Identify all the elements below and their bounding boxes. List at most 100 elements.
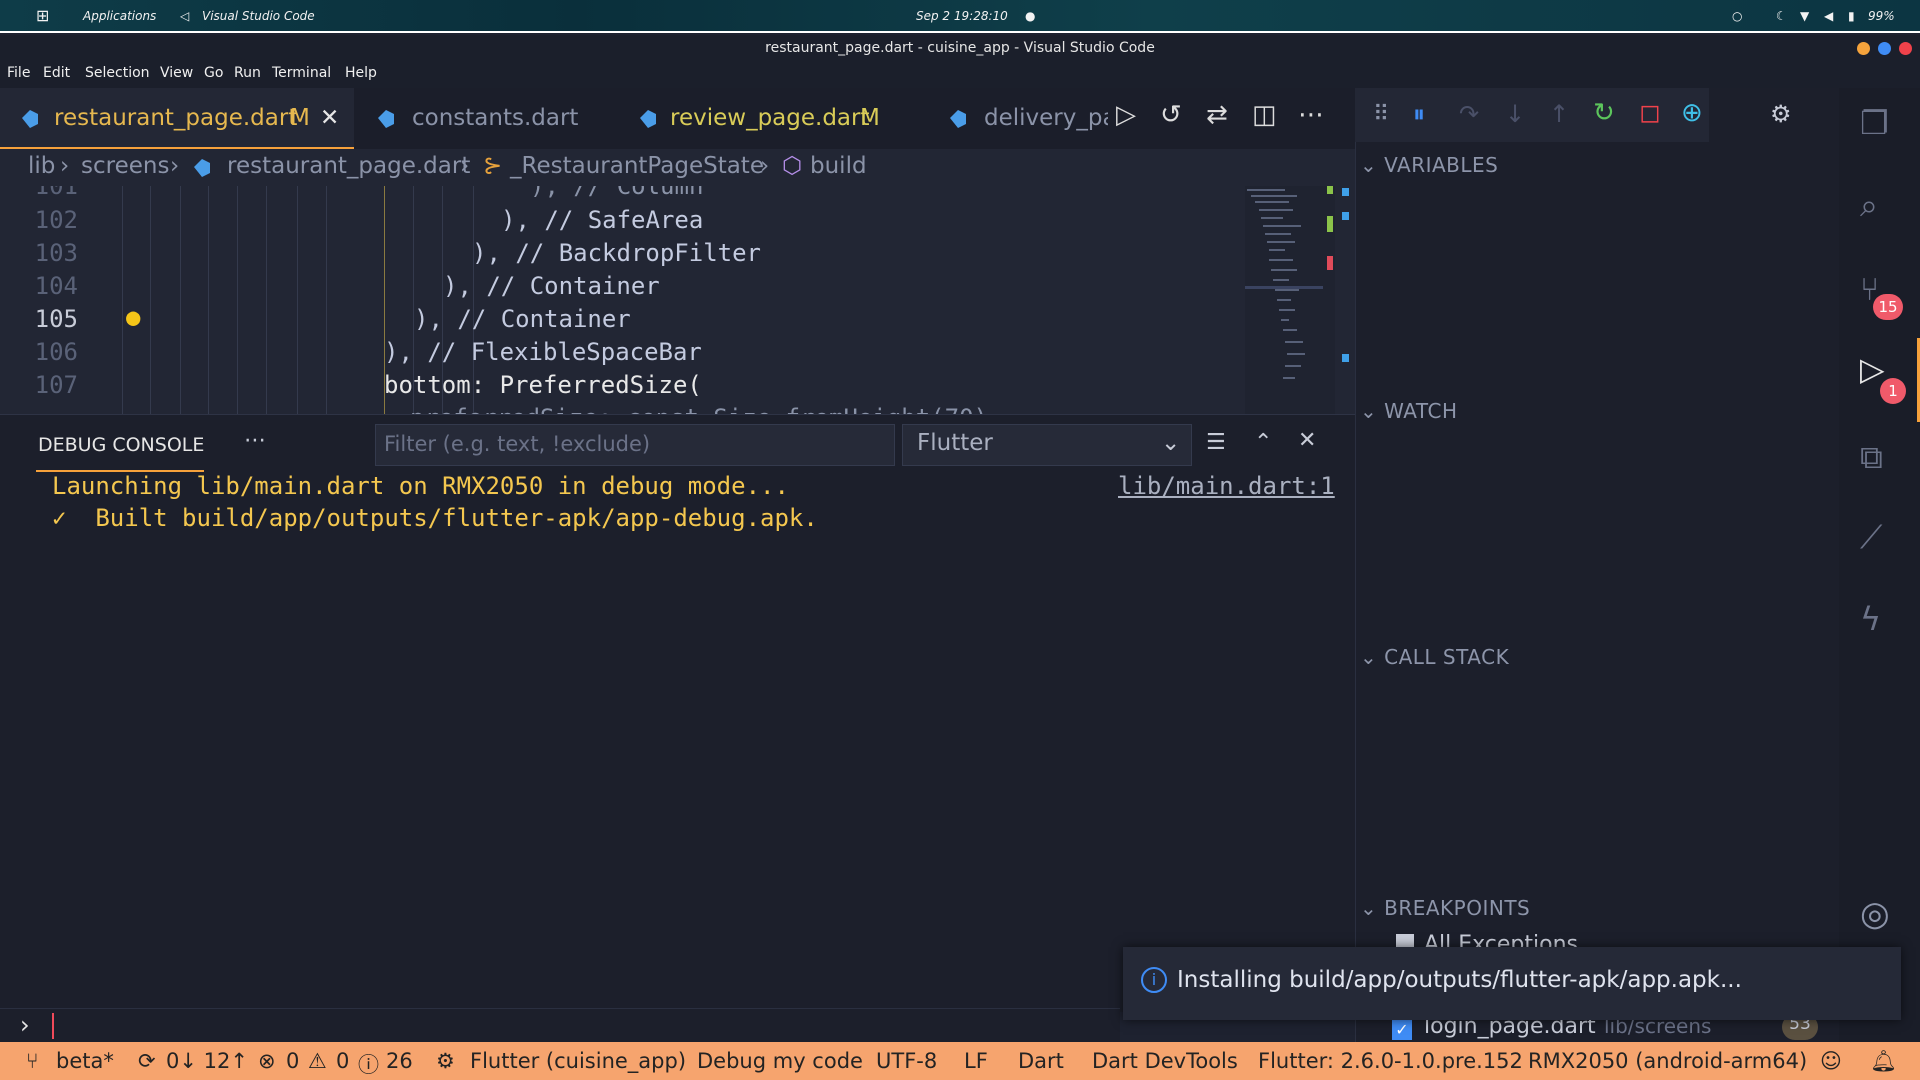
feedback-icon[interactable]: ☺ (1820, 1049, 1842, 1073)
tab-constants[interactable]: constants.dart (354, 88, 608, 149)
checkbox[interactable] (1396, 934, 1414, 948)
step-into-icon[interactable]: ↓ (1505, 100, 1525, 128)
git-sync[interactable]: 0↓ 12↑ (166, 1049, 248, 1073)
maximize-button[interactable] (1878, 42, 1891, 55)
tab-label: review_page.dart (670, 105, 870, 131)
tab-restaurant-page[interactable]: restaurant_page.dart M ✕ (0, 88, 354, 149)
chevron-right-icon: › (460, 153, 470, 179)
gear-icon[interactable]: ⚙ (1770, 100, 1792, 128)
error-count[interactable]: 0 (286, 1049, 299, 1073)
breadcrumb-item[interactable]: _RestaurantPageState (510, 153, 764, 179)
source-link[interactable]: lib/main.dart:1 (1118, 472, 1335, 500)
run-icon[interactable]: ▷ (1116, 100, 1136, 130)
section-watch[interactable]: ⌄ WATCH (1360, 399, 1457, 423)
line-number: 102 (34, 206, 78, 234)
drag-handle-icon[interactable]: ⠿ (1373, 102, 1389, 127)
warning-count[interactable]: 0 (336, 1049, 349, 1073)
history-icon[interactable]: ↺ (1160, 100, 1182, 130)
panel-more-icon[interactable]: ⋯ (244, 428, 266, 453)
output-select[interactable]: Flutter ⌄ (902, 424, 1192, 466)
close-window-button[interactable] (1899, 42, 1912, 55)
device-selector[interactable]: RMX2050 (android-arm64) (1528, 1049, 1807, 1073)
maximize-panel-icon[interactable]: ⌃ (1254, 430, 1272, 455)
notifications-bell-icon[interactable]: 🔔︎ (1870, 1049, 1897, 1074)
info-count[interactable]: 26 (386, 1049, 413, 1073)
encoding[interactable]: UTF-8 (876, 1049, 937, 1073)
step-out-icon[interactable]: ↑ (1549, 100, 1569, 128)
restart-icon[interactable]: ↻ (1593, 98, 1615, 128)
dart-devtools[interactable]: Dart DevTools (1092, 1049, 1238, 1073)
line-number: 105 (34, 305, 78, 333)
close-panel-icon[interactable]: ✕ (1298, 428, 1316, 453)
section-title: CALL STACK (1384, 645, 1510, 669)
clock[interactable]: Sep 2 19:28:10 (916, 9, 1008, 23)
tab-debug-console[interactable]: DEBUG CONSOLE (38, 434, 204, 456)
circle-icon[interactable]: ○ (1732, 9, 1742, 23)
section-breakpoints[interactable]: ⌄ BREAKPOINTS (1360, 896, 1530, 920)
stop-icon[interactable]: ◻ (1639, 98, 1661, 128)
step-over-icon[interactable]: ↷ (1459, 100, 1479, 128)
devtools-search-icon[interactable]: ⊕ (1681, 98, 1703, 128)
modified-badge: M (290, 105, 310, 131)
breadcrumb-item[interactable]: restaurant_page.dart (227, 153, 470, 179)
notification-text: Installing build/app/outputs/flutter-apk… (1177, 967, 1742, 993)
console-line: Launching lib/main.dart on RMX2050 in de… (52, 472, 789, 500)
menu-go[interactable]: Go (204, 65, 223, 81)
language-mode[interactable]: Dart (1018, 1049, 1064, 1073)
breadcrumb-item[interactable]: lib (28, 153, 55, 179)
menu-selection[interactable]: Selection (85, 65, 150, 81)
lightbulb-icon[interactable]: ● (126, 303, 140, 331)
split-editor-icon[interactable]: ◫ (1252, 100, 1277, 130)
launch-config[interactable]: Flutter (cuisine_app) (470, 1049, 686, 1073)
menu-run[interactable]: Run (234, 65, 261, 81)
minimize-button[interactable] (1857, 42, 1870, 55)
code-editor[interactable]: 101 102 103 104 105 106 107 ● ), // Colu… (0, 186, 1355, 414)
end-of-line[interactable]: LF (964, 1049, 988, 1073)
explorer-icon[interactable]: ❐ (1860, 104, 1900, 144)
menu-view[interactable]: View (160, 65, 193, 81)
pause-icon[interactable]: ⏸ (1413, 100, 1425, 128)
scm-badge: 15 (1873, 294, 1903, 320)
git-branch[interactable]: beta* (56, 1049, 114, 1073)
night-mode-icon[interactable]: ☾ (1776, 9, 1787, 23)
breadcrumb-item[interactable]: build (810, 153, 867, 179)
more-actions-icon[interactable]: ⋯ (1298, 100, 1324, 130)
breadcrumb-item[interactable]: screens (81, 153, 169, 179)
applications-menu[interactable]: Applications (83, 9, 156, 23)
code-line: preferredSize: const Size.fromHeight(70)… (410, 404, 1002, 414)
menu-edit[interactable]: Edit (43, 65, 70, 81)
tab-review-page[interactable]: review_page.dart M (608, 88, 938, 149)
search-icon[interactable]: ⌕ (1860, 186, 1900, 226)
minimap[interactable] (1245, 186, 1335, 414)
section-title: VARIABLES (1384, 153, 1499, 177)
extensions-icon[interactable]: ⧉ (1860, 438, 1900, 478)
account-icon[interactable]: ◎ (1860, 894, 1900, 934)
console-filter-input[interactable]: Filter (e.g. text, !exclude) (375, 424, 895, 466)
active-app-name: Visual Studio Code (202, 9, 315, 23)
close-tab-icon[interactable]: ✕ (320, 88, 339, 149)
menu-file[interactable]: File (7, 65, 30, 81)
lightning-icon[interactable]: ϟ (1860, 600, 1900, 640)
section-variables[interactable]: ⌄ VARIABLES (1360, 153, 1498, 177)
menu-help[interactable]: Help (345, 65, 377, 81)
debug-badge: 1 (1880, 378, 1906, 404)
section-call-stack[interactable]: ⌄ CALL STACK (1360, 645, 1509, 669)
compare-changes-icon[interactable]: ⇄ (1206, 100, 1228, 130)
checkbox-checked[interactable]: ✓ (1392, 1020, 1412, 1040)
tab-delivery-page[interactable]: delivery_pa (938, 88, 1108, 149)
clear-console-icon[interactable]: ☰ (1206, 430, 1226, 455)
notification-toast[interactable]: i Installing build/app/outputs/flutter-a… (1123, 947, 1901, 1020)
debug-mode[interactable]: Debug my code (697, 1049, 863, 1073)
menu-terminal[interactable]: Terminal (272, 65, 331, 81)
console-input[interactable]: › (0, 1008, 1120, 1042)
error-icon: ⊗ (258, 1049, 276, 1073)
breadcrumb: lib › screens › restaurant_page.dart › ⊱… (0, 149, 1355, 186)
wifi-icon[interactable]: ▼ (1800, 9, 1809, 23)
flutter-version[interactable]: Flutter: 2.6.0-1.0.pre.152 (1258, 1049, 1523, 1073)
battery-icon[interactable]: ▮ (1848, 9, 1855, 23)
volume-icon[interactable]: ◀ (1824, 9, 1833, 23)
section-title: BREAKPOINTS (1384, 896, 1531, 920)
window-title: restaurant_page.dart - cuisine_app - Vis… (765, 40, 1155, 56)
flutter-icon[interactable]: ⟋ (1860, 518, 1900, 558)
apps-grid-icon[interactable]: ⊞ (36, 6, 49, 25)
